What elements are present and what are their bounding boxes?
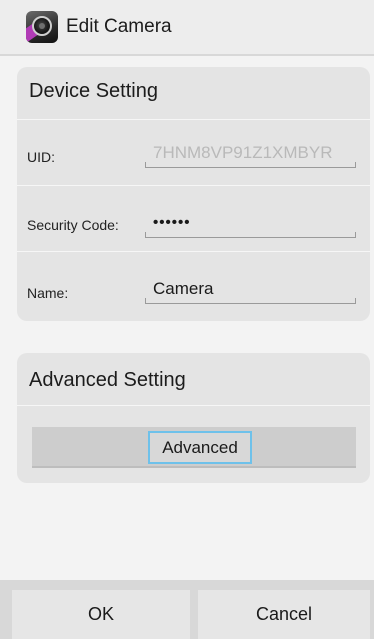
device-setting-title: Device Setting [29, 80, 158, 102]
camera-app-icon [26, 11, 58, 43]
name-label: Name: [27, 285, 69, 301]
advanced-button[interactable]: Advanced [148, 431, 252, 464]
cancel-button[interactable]: Cancel [198, 590, 370, 639]
uid-label: UID: [27, 149, 55, 165]
camera-lens-icon [32, 16, 52, 36]
advanced-setting-title: Advanced Setting [29, 369, 186, 391]
title-bar: Edit Camera [0, 0, 374, 56]
security-code-label: Security Code: [27, 217, 119, 233]
divider [17, 185, 370, 186]
name-field[interactable]: Camera [145, 278, 356, 304]
uid-field: 7HNM8VP91Z1XMBYR [145, 142, 356, 168]
divider [17, 119, 370, 120]
page-title: Edit Camera [66, 16, 172, 37]
divider [17, 405, 370, 406]
security-code-field[interactable]: •••••• [145, 212, 356, 238]
device-setting-card: Device Setting UID: 7HNM8VP91Z1XMBYR Sec… [17, 67, 370, 321]
divider [17, 251, 370, 252]
advanced-setting-card: Advanced Setting Advanced [17, 353, 370, 483]
ok-button[interactable]: OK [12, 590, 190, 639]
